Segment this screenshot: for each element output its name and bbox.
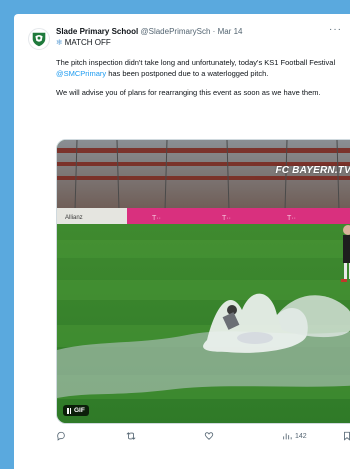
tweet-paragraph-2: We will advise you of plans for rearrang…	[56, 88, 321, 97]
retweet-button[interactable]	[126, 431, 136, 441]
views-count: 142	[295, 432, 307, 440]
views-button[interactable]: 142	[282, 431, 307, 441]
svg-text:T··: T··	[287, 215, 296, 222]
bookmark-button[interactable]	[342, 431, 350, 441]
subtitle-text: MATCH OFF	[64, 38, 111, 47]
waterlogged-pitch-image: Allianz T·· T·· T··	[57, 140, 350, 423]
tweet-text: The pitch inspection didn't take long an…	[56, 58, 350, 108]
svg-text:T··: T··	[222, 215, 231, 222]
tweet-date[interactable]: Mar 14	[218, 27, 243, 36]
retweet-icon	[126, 432, 136, 440]
paragraph-text: has been postponed due to a waterlogged …	[106, 68, 269, 78]
tweet-subtitle: ❄ MATCH OFF	[56, 37, 111, 48]
paragraph-text: The pitch inspection didn't take long an…	[56, 58, 336, 67]
fcbayern-watermark: FC BAYERN.TV	[275, 165, 350, 176]
avatar[interactable]	[28, 28, 50, 50]
tweet-card[interactable]: Slade Primary School @SladePrimarySch · …	[14, 14, 350, 469]
tweet-header: Slade Primary School @SladePrimarySch · …	[56, 26, 346, 37]
like-button[interactable]	[204, 431, 214, 441]
svg-text:T··: T··	[152, 215, 161, 222]
action-bar: 142	[56, 431, 350, 451]
reply-button[interactable]	[56, 431, 66, 441]
separator: ·	[212, 27, 216, 36]
author-handle[interactable]: @SladePrimarySch	[141, 27, 211, 36]
heart-icon	[204, 432, 214, 440]
bookmark-icon	[344, 431, 350, 441]
gif-badge[interactable]: GIF	[63, 405, 89, 416]
tweet-paragraph-1: The pitch inspection didn't take long an…	[56, 58, 350, 79]
media-gif[interactable]: Allianz T·· T·· T·· FC BAYERN.TV GIF	[56, 139, 350, 424]
gif-label: GIF	[74, 407, 85, 414]
pause-icon	[67, 407, 71, 414]
author-name[interactable]: Slade Primary School	[56, 27, 138, 36]
more-options-icon[interactable]: ···	[329, 24, 342, 35]
reply-icon	[57, 431, 65, 441]
board-text: Allianz	[65, 215, 83, 221]
mention-link[interactable]: @SMCPrimary	[56, 69, 106, 78]
bar-chart-icon	[283, 433, 292, 440]
snowflake-icon: ❄	[56, 38, 63, 47]
school-crest-icon	[32, 32, 46, 47]
